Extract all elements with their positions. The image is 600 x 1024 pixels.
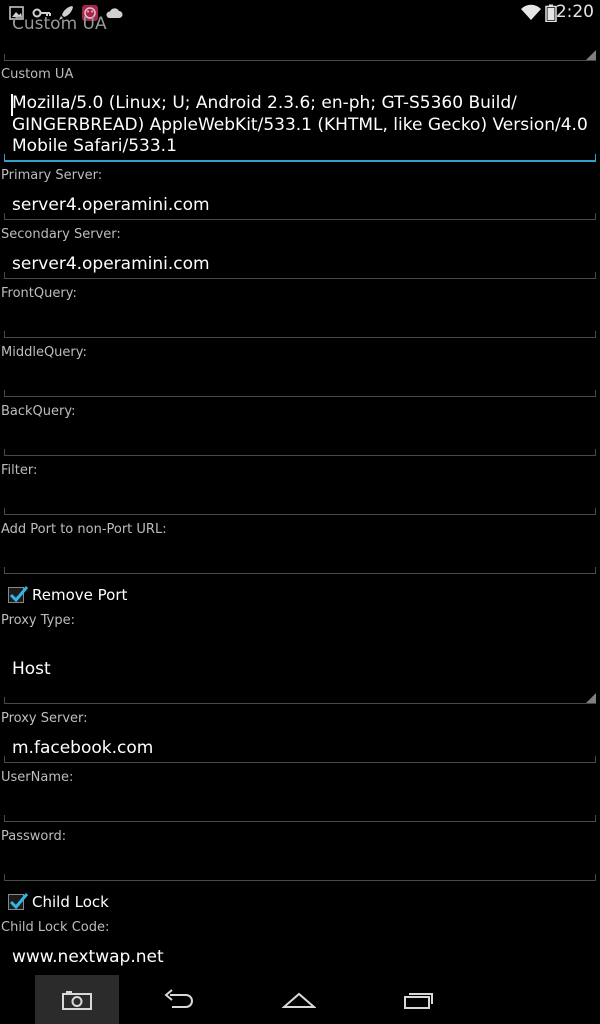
custom-ua-field[interactable]: Mozilla/5.0 (Linux; U; Android 2.3.6; en… [12,93,592,158]
ua-type-spinner-arrow[interactable] [586,50,596,60]
home-icon [282,992,316,1008]
custom-ua-line-1: Mozilla/5.0 (Linux; U; Android 2.3.6; en… [12,93,517,113]
secondary-server-label: Secondary Server: [1,227,121,242]
back-icon [164,988,193,1008]
front-query-input[interactable] [12,313,592,335]
proxy-type-spinner[interactable]: Host [12,659,51,679]
checkmark-icon [9,893,29,910]
checkmark-icon [9,586,29,603]
home-button[interactable] [257,975,341,1024]
proxy-server-label: Proxy Server: [1,711,88,726]
recents-button[interactable] [377,975,461,1024]
secondary-server-input[interactable]: server4.operamini.com [12,254,210,274]
front-query-label: FrontQuery: [1,286,77,301]
front-query-underline [4,331,596,338]
password-underline [4,874,596,881]
back-query-label: BackQuery: [1,404,76,419]
password-input[interactable] [12,856,592,878]
remove-port-label: Remove Port [32,586,128,604]
ua-type-spinner-underline [4,54,596,61]
username-input[interactable] [12,797,592,819]
child-lock-code-input[interactable]: www.nextwap.net [12,947,164,967]
remove-port-row[interactable]: Remove Port [8,584,127,606]
child-lock-code-label: Child Lock Code: [1,920,110,935]
proxy-type-underline [4,697,596,704]
back-query-input[interactable] [12,431,592,453]
child-lock-checkbox[interactable] [8,893,29,910]
child-lock-row[interactable]: Child Lock [8,891,109,913]
custom-ua-underline [4,154,596,162]
middle-query-label: MiddleQuery: [1,345,87,360]
password-label: Password: [1,829,67,844]
custom-ua-line-2: GINGERBREAD) AppleWebKit/533.1 (KHTML, l… [12,114,588,135]
primary-server-underline [4,213,596,220]
username-underline [4,815,596,822]
custom-ua-label: Custom UA [1,67,74,82]
remove-port-checkbox[interactable] [8,586,29,603]
add-port-input[interactable] [12,549,592,571]
text-cursor [11,94,13,116]
primary-server-label: Primary Server: [1,168,103,183]
camera-button[interactable] [35,975,119,1024]
settings-form: Custom UA Custom UA Mozilla/5.0 (Linux; … [0,0,600,975]
proxy-type-arrow[interactable] [586,693,596,703]
back-query-underline [4,449,596,456]
custom-ua-line-3: Mobile Safari/533.1 [12,136,177,156]
camera-icon [62,990,92,1010]
filter-input[interactable] [12,490,592,512]
child-lock-label: Child Lock [32,893,109,911]
primary-server-input[interactable]: server4.operamini.com [12,195,210,215]
add-port-label: Add Port to non-Port URL: [1,522,167,537]
back-button[interactable] [137,975,221,1024]
recents-icon [404,992,433,1009]
filter-label: Filter: [1,463,38,478]
proxy-server-underline [4,756,596,763]
ua-type-spinner-value[interactable]: Custom UA [12,14,107,34]
navigation-bar [0,975,600,1024]
proxy-server-input[interactable]: m.facebook.com [12,738,153,758]
middle-query-underline [4,390,596,397]
secondary-server-underline [4,272,596,279]
proxy-type-label: Proxy Type: [1,613,75,628]
middle-query-input[interactable] [12,372,592,394]
add-port-underline [4,567,596,574]
username-label: UserName: [1,770,74,785]
filter-underline [4,508,596,515]
